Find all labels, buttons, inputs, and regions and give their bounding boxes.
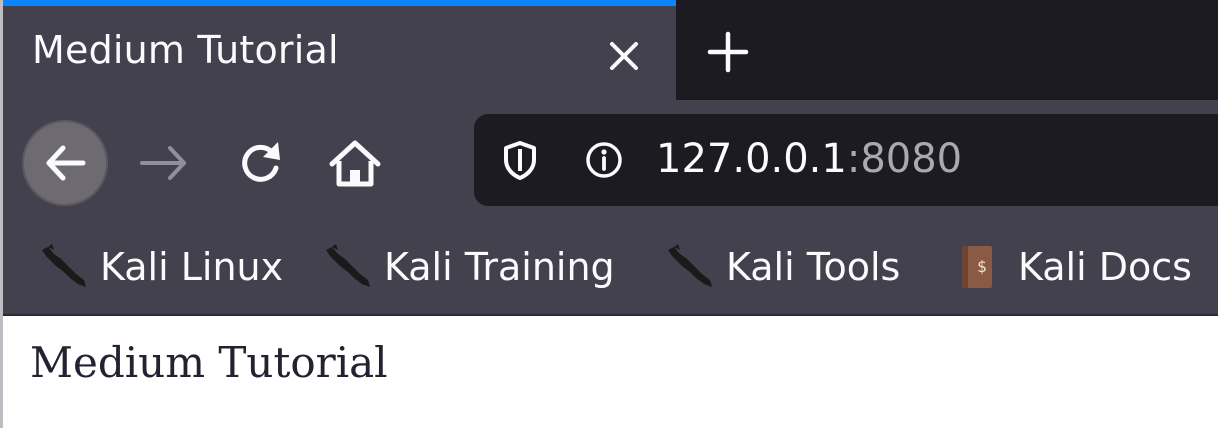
bookmark-kali-tools[interactable]: Kali Tools bbox=[664, 242, 900, 292]
home-button[interactable] bbox=[320, 128, 390, 198]
tab-strip: Medium Tutorial bbox=[0, 0, 1218, 100]
bookmarks-toolbar: Kali Linux Kali Training Kali Tools $ Ka… bbox=[0, 220, 1218, 316]
browser-window: Medium Tutorial 127.0.0.1:8080 Kali Linu… bbox=[0, 0, 1218, 428]
bookmark-kali-training[interactable]: Kali Training bbox=[322, 242, 615, 292]
forward-button[interactable] bbox=[128, 128, 198, 198]
kali-dragon-icon bbox=[38, 242, 90, 292]
docs-book-icon: $ bbox=[956, 242, 1008, 292]
tab-title: Medium Tutorial bbox=[32, 28, 339, 72]
url-port: :8080 bbox=[846, 136, 963, 182]
info-icon[interactable] bbox=[582, 138, 626, 182]
svg-text:$: $ bbox=[977, 257, 987, 276]
back-arrow-icon bbox=[46, 145, 86, 181]
url-text[interactable]: 127.0.0.1:8080 bbox=[656, 136, 962, 182]
kali-dragon-icon bbox=[322, 242, 374, 292]
plus-icon[interactable] bbox=[706, 30, 750, 74]
kali-dragon-icon bbox=[664, 242, 716, 292]
back-button[interactable] bbox=[22, 120, 108, 206]
bookmark-label: Kali Tools bbox=[726, 245, 901, 289]
page-title: Medium Tutorial bbox=[30, 338, 388, 387]
home-icon bbox=[329, 140, 381, 187]
forward-arrow-icon bbox=[140, 146, 186, 180]
reload-button[interactable] bbox=[226, 128, 296, 198]
url-bar[interactable]: 127.0.0.1:8080 bbox=[474, 114, 1218, 206]
bookmark-label: Kali Docs bbox=[1018, 245, 1192, 289]
window-border bbox=[0, 0, 3, 428]
navigation-toolbar: 127.0.0.1:8080 bbox=[0, 100, 1218, 220]
bookmark-label: Kali Linux bbox=[100, 245, 284, 289]
bookmark-kali-linux[interactable]: Kali Linux bbox=[38, 242, 283, 292]
reload-icon bbox=[242, 142, 280, 182]
tab-medium-tutorial[interactable]: Medium Tutorial bbox=[0, 0, 676, 100]
shield-icon[interactable] bbox=[498, 138, 542, 182]
page-content: Medium Tutorial bbox=[0, 316, 1218, 428]
close-icon[interactable] bbox=[604, 36, 644, 76]
bookmark-label: Kali Training bbox=[384, 245, 615, 289]
bookmark-kali-docs[interactable]: $ Kali Docs bbox=[956, 242, 1192, 292]
url-host: 127.0.0.1 bbox=[656, 136, 847, 182]
